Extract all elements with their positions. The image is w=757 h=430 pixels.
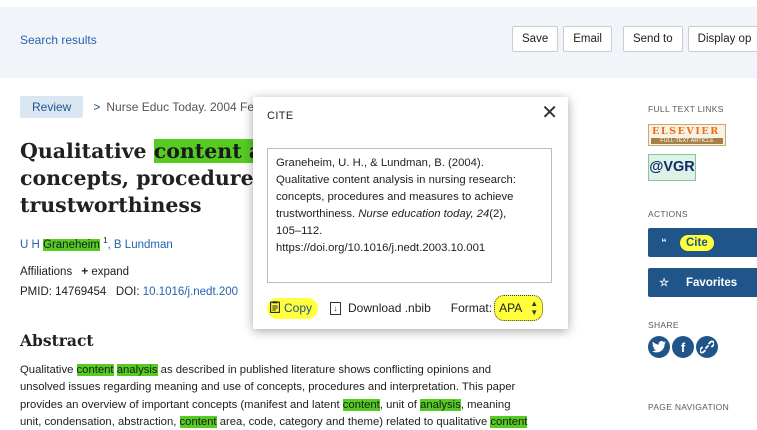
cite-label: Cite [680, 234, 714, 251]
vgr-link[interactable]: @VGR [648, 154, 696, 181]
citation-doi: https://doi.org/10.1016/j.nedt.2003.10.0… [276, 242, 486, 254]
save-button[interactable]: Save [512, 26, 559, 52]
doi-label: DOI: [115, 286, 140, 298]
abstract-text-span: unit, condensation, abstraction, [20, 415, 180, 428]
favorites-label: Favorites [686, 276, 738, 289]
citation-issue: (2), [489, 208, 507, 220]
quote-icon: “ [661, 236, 667, 249]
abstract-text-span: provides an overview of important concep… [20, 398, 343, 411]
abstract-text: Qualitative content analysis as describe… [20, 362, 600, 430]
abstract-text-span: unsolved issues regarding meaning and us… [20, 381, 516, 394]
affiliations-label: Affiliations [20, 266, 73, 278]
abstract-highlight: content [76, 364, 114, 376]
share-icons: f [648, 336, 718, 358]
pmid: PMID: 14769454 [20, 286, 107, 298]
abstract-text-span: Qualitative [20, 364, 77, 376]
share-label: SHARE [648, 320, 679, 330]
page-navigation-label: PAGE NAVIGATION [648, 402, 730, 412]
citation-line: concepts, procedures and measures to ach… [276, 191, 514, 203]
review-badge[interactable]: Review [20, 96, 84, 118]
identifiers-row: PMID: 14769454 DOI: 10.1016/j.nedt.200 [20, 286, 238, 298]
title-part-3: trustworthiness [20, 193, 202, 217]
format-label: Format: [450, 301, 493, 315]
download-nbib-button[interactable]: ↓ Download .nbib [330, 301, 431, 315]
star-icon: ☆ [659, 277, 669, 289]
cite-dialog: CITE ✕ Graneheim, U. H., & Lundman, B. (… [253, 97, 568, 329]
close-icon[interactable]: ✕ [541, 103, 558, 123]
authors-list: U H Graneheim 1, B Lundman [20, 236, 173, 251]
citation-line: Graneheim, U. H., & Lundman, B. (2004). [276, 157, 484, 169]
twitter-icon[interactable] [648, 336, 670, 358]
author-1[interactable]: U H Graneheim [20, 238, 100, 251]
search-results-link[interactable]: Search results [20, 33, 97, 47]
title-highlight: content [153, 139, 242, 163]
title-part-2: concepts, procedures [20, 166, 266, 190]
journal-label: Nurse Educ Today. 2004 Fe [106, 100, 255, 114]
abstract-highlight: analysis [116, 364, 158, 376]
abstract-heading: Abstract [20, 331, 94, 350]
email-button[interactable]: Email [563, 26, 612, 52]
doi-link[interactable]: 10.1016/j.nedt.200 [143, 286, 238, 298]
citation-line: trustworthiness. [276, 208, 359, 220]
expand-toggle[interactable]: + expand [75, 266, 129, 278]
author-1-initials: U H [20, 238, 43, 251]
cite-button[interactable]: “ Cite [648, 228, 757, 257]
elsevier-logo: ELSEVIER [652, 126, 720, 137]
clipboard-icon [270, 300, 280, 316]
affiliations-row: Affiliations + expand [20, 266, 129, 278]
cite-dialog-title: CITE [267, 110, 294, 122]
citation-text-box[interactable]: Graneheim, U. H., & Lundman, B. (2004). … [267, 148, 552, 283]
expand-label: expand [91, 266, 130, 278]
full-text-links-label: FULL TEXT LINKS [648, 104, 724, 114]
copy-button[interactable]: Copy [267, 297, 319, 319]
facebook-icon[interactable]: f [672, 336, 694, 358]
chevron-right-icon: > [93, 100, 101, 114]
toolbar: Search results Save Email Send to Displa… [0, 0, 757, 78]
abstract-text-span: , meaning [460, 398, 511, 411]
title-part: Qualitative [20, 139, 154, 163]
abstract-highlight: content [179, 415, 217, 428]
citation-journal: Nurse education today, 24 [358, 208, 490, 220]
journal-citation[interactable]: > Nurse Educ Today. 2004 Fe [93, 100, 254, 114]
abstract-text-span: , unit of [379, 398, 421, 411]
actions-label: ACTIONS [648, 209, 688, 219]
right-sidebar: FULL TEXT LINKS ELSEVIER FULL-TEXT ARTIC… [648, 0, 757, 430]
citation-pages: 105–112. [276, 225, 323, 237]
plus-icon: + [81, 266, 89, 278]
download-label: Download .nbib [348, 301, 431, 315]
cite-actions: Copy ↓ Download .nbib Format: APA ▲ ▼ [267, 295, 544, 321]
abstract-highlight: analysis [420, 398, 461, 411]
author-2[interactable]: , B Lundman [108, 239, 173, 251]
copy-label: Copy [284, 301, 313, 315]
format-value: APA [499, 301, 523, 315]
chevron-up-down-icon: ▲ ▼ [530, 299, 539, 317]
author-1-name: Graneheim [43, 238, 100, 251]
abstract-highlight: content [490, 415, 528, 428]
abstract-highlight: content [342, 398, 380, 411]
favorites-button[interactable]: ☆ Favorites [648, 268, 757, 297]
citation-line: Qualitative content analysis in nursing … [276, 174, 516, 186]
download-icon: ↓ [330, 301, 342, 315]
link-icon[interactable] [696, 336, 718, 358]
format-select[interactable]: APA ▲ ▼ [494, 295, 544, 321]
abstract-text-span: as described in published literature sho… [157, 364, 492, 376]
elsevier-link[interactable]: ELSEVIER FULL-TEXT ARTICLE [648, 124, 726, 146]
abstract-text-span: area, code, category and theme) related … [216, 415, 491, 428]
elsevier-sub: FULL-TEXT ARTICLE [651, 138, 723, 144]
